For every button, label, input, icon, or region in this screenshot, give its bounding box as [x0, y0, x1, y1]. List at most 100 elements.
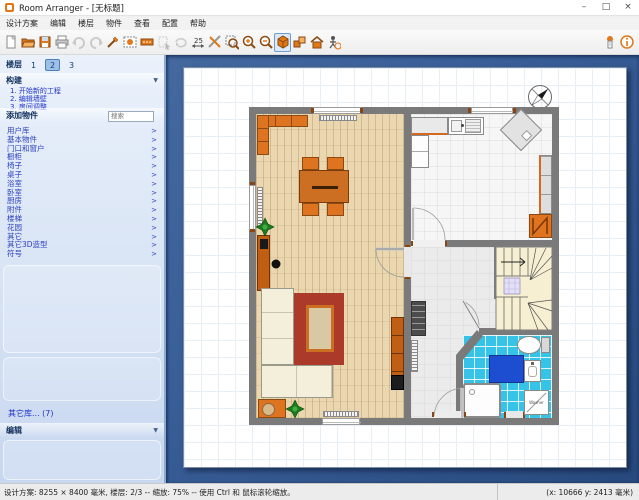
menu-配置[interactable]: 配置: [156, 17, 184, 30]
kitchen-tall-cabinet[interactable]: [539, 155, 552, 214]
category-门口和窗户[interactable]: 门口和窗户>: [0, 145, 164, 154]
floor-plan[interactable]: Washer: [249, 107, 559, 425]
kitchen-sink[interactable]: [448, 117, 484, 135]
about-button[interactable]: [618, 33, 635, 52]
tv[interactable]: [391, 375, 404, 390]
menu-设计方案[interactable]: 设计方案: [0, 17, 44, 30]
category-椅子[interactable]: 椅子>: [0, 162, 164, 171]
category-桌子[interactable]: 桌子>: [0, 171, 164, 180]
shelf-unit[interactable]: [411, 301, 426, 336]
build-section-header[interactable]: 构建 ▼: [0, 73, 164, 88]
side-table[interactable]: [258, 399, 286, 418]
minimize-button[interactable]: –: [573, 0, 595, 15]
menu-楼层[interactable]: 楼层: [72, 17, 100, 30]
radiator[interactable]: [257, 187, 263, 228]
corner-bench[interactable]: [257, 115, 269, 155]
menu-帮助[interactable]: 帮助: [184, 17, 212, 30]
zoom-in-button[interactable]: [240, 33, 257, 52]
view-3d-button[interactable]: [274, 33, 291, 52]
close-button[interactable]: ×: [617, 0, 639, 15]
dining-table[interactable]: [299, 170, 349, 203]
kitchen-counter[interactable]: [411, 117, 448, 135]
rotate-tool-button[interactable]: [172, 33, 189, 52]
objects-3d-button[interactable]: [291, 33, 308, 52]
menu-编辑[interactable]: 编辑: [44, 17, 72, 30]
measure-tool-icon: [207, 34, 222, 50]
coffee-table[interactable]: [306, 305, 334, 352]
category-其它3D造型[interactable]: 其它3D造型>: [0, 241, 164, 250]
undo-button[interactable]: [70, 33, 87, 52]
open-project-button[interactable]: [19, 33, 36, 52]
floor-button-3[interactable]: 3: [64, 59, 79, 71]
maximize-button[interactable]: □: [595, 0, 617, 15]
collapse-chevron-icon[interactable]: ▼: [153, 77, 158, 84]
floor-button-2[interactable]: 2: [45, 59, 60, 71]
measure-tool-button[interactable]: [206, 33, 223, 52]
walkthrough-button[interactable]: [325, 33, 342, 52]
zoom-fit-button[interactable]: [223, 33, 240, 52]
bathroom-left-wall[interactable]: [456, 355, 463, 418]
stairs-wall[interactable]: [494, 247, 501, 299]
window[interactable]: [249, 185, 256, 230]
kitchen-hall-wall[interactable]: [445, 240, 552, 247]
format-brush-button[interactable]: [104, 33, 121, 52]
other-libraries-link[interactable]: 其它库... (7): [8, 408, 54, 419]
hall-radiator[interactable]: [411, 340, 418, 372]
chair[interactable]: [327, 203, 344, 216]
category-符号[interactable]: 符号>: [0, 250, 164, 259]
wall-tool-button[interactable]: [138, 33, 155, 52]
sofa[interactable]: [261, 365, 333, 398]
pointer-mode-button[interactable]: [601, 33, 618, 52]
window[interactable]: [322, 418, 360, 425]
stove[interactable]: [529, 214, 552, 238]
category-厨房[interactable]: 厨房>: [0, 197, 164, 206]
radiator[interactable]: [323, 411, 359, 417]
toilet[interactable]: [517, 336, 541, 354]
category-附件[interactable]: 附件>: [0, 206, 164, 215]
select-tool-button[interactable]: [155, 33, 172, 52]
save-project-button[interactable]: [36, 33, 53, 52]
design-properties-button[interactable]: [121, 33, 138, 52]
entrance-door-opening[interactable]: [434, 411, 464, 418]
menu-查看[interactable]: 查看: [128, 17, 156, 30]
drawing-canvas[interactable]: Washer: [166, 55, 639, 483]
edit-section-header[interactable]: 编辑 ▼: [0, 423, 164, 438]
redo-button[interactable]: [87, 33, 104, 52]
category-卧室[interactable]: 卧室>: [0, 189, 164, 198]
menu-物件[interactable]: 物件: [100, 17, 128, 30]
kitchen-window[interactable]: [471, 107, 513, 114]
floor-button-1[interactable]: 1: [26, 59, 41, 71]
radiator[interactable]: [319, 115, 357, 121]
plan-page[interactable]: Washer: [183, 67, 627, 468]
home-3d-button[interactable]: [308, 33, 325, 52]
status-info: 设计方案: 8255 × 8400 毫米, 楼层: 2/3 -- 缩放: 75%…: [0, 487, 497, 498]
print-button[interactable]: [53, 33, 70, 52]
category-花园[interactable]: 花园>: [0, 224, 164, 233]
dimensions-button[interactable]: 25: [189, 33, 206, 52]
chair[interactable]: [302, 203, 319, 216]
kitchen-door-opening[interactable]: [413, 240, 445, 247]
category-浴室[interactable]: 浴室>: [0, 180, 164, 189]
search-input[interactable]: [108, 111, 154, 122]
washer[interactable]: Washer: [524, 390, 549, 415]
collapse-chevron-icon[interactable]: ▼: [153, 427, 158, 434]
zoom-out-button[interactable]: [257, 33, 274, 52]
undo-icon: [71, 34, 86, 50]
category-楼梯[interactable]: 楼梯>: [0, 215, 164, 224]
window[interactable]: [313, 107, 361, 114]
sofa[interactable]: [261, 288, 294, 365]
bathroom-sink[interactable]: [524, 360, 541, 382]
partition-wall[interactable]: [404, 277, 411, 418]
category-橱柜[interactable]: 橱柜>: [0, 153, 164, 162]
fridge[interactable]: [411, 135, 429, 168]
chair[interactable]: [302, 157, 319, 170]
chair[interactable]: [327, 157, 344, 170]
partition-wall[interactable]: [404, 114, 411, 247]
bath-rug[interactable]: [489, 355, 524, 383]
bathroom-exterior-door-opening[interactable]: [506, 411, 523, 418]
shower-tray[interactable]: [463, 383, 501, 418]
tall-cabinet[interactable]: [257, 235, 270, 291]
living-hall-door-opening[interactable]: [404, 247, 411, 277]
new-project-button[interactable]: [2, 33, 19, 52]
bathroom-top-wall[interactable]: [479, 328, 552, 335]
